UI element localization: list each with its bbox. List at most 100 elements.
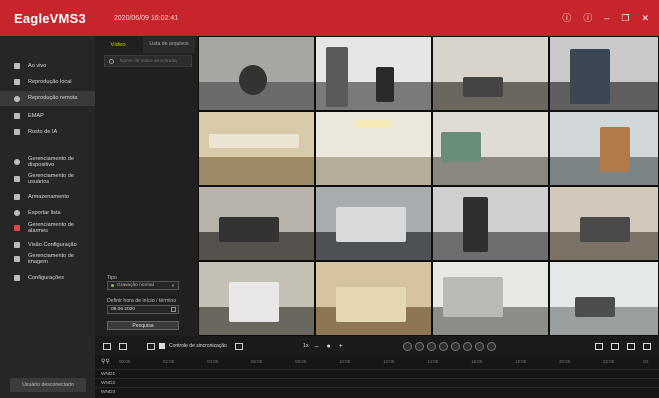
user-icon — [14, 176, 20, 182]
pause-icon[interactable] — [414, 341, 424, 351]
camera-tile[interactable] — [549, 111, 659, 186]
sidebar-item-emap[interactable]: EMAP — [0, 110, 95, 122]
map-icon — [14, 113, 20, 119]
sidebar-item-user-management[interactable]: Gerenciamento de usuários — [0, 172, 95, 186]
sidebar-item-export-list[interactable]: Exportar lista — [0, 207, 95, 219]
timeline-row[interactable]: WND1 — [95, 369, 659, 378]
status-dot-icon — [111, 284, 114, 287]
sidebar-item-label: Rosto de IA — [28, 128, 58, 135]
sidebar-item-label: Gerenciamento de alarmes — [28, 221, 75, 235]
timeline-tick: 10:00 — [339, 359, 351, 364]
timeline-row-label: WND1 — [101, 371, 116, 377]
info-icon[interactable]: ⓘ — [562, 13, 571, 23]
fullscreen-icon[interactable] — [643, 342, 651, 350]
tab-file-list[interactable]: Lista de arquivos — [143, 37, 195, 53]
image-icon — [14, 256, 20, 262]
camera-tile[interactable] — [198, 261, 315, 336]
camera-tile[interactable] — [198, 186, 315, 261]
close-icon[interactable]: ✕ — [641, 13, 649, 23]
search-button[interactable]: Pesquisa — [107, 321, 179, 330]
camera-tile[interactable] — [432, 186, 549, 261]
sidebar-item-device-management[interactable]: Gerenciamento de dispositivo — [0, 155, 95, 169]
snapshot-icon[interactable] — [595, 342, 603, 350]
camera-tile[interactable] — [432, 36, 549, 111]
split-icon[interactable] — [119, 342, 127, 350]
camera-tile[interactable] — [432, 261, 549, 336]
sidebar-item-label: Reprodução local — [28, 78, 72, 85]
stop-icon[interactable] — [426, 341, 436, 351]
tab-video[interactable]: Vídeo — [95, 38, 141, 52]
slower-icon[interactable]: – — [315, 343, 319, 350]
sidebar-item-view-config[interactable]: Visão Configuração — [0, 239, 95, 251]
search-input[interactable] — [120, 58, 190, 64]
timeline-row-label: WND3 — [101, 389, 116, 395]
sidebar-item-alarm-management[interactable]: Gerenciamento de alarmes — [0, 221, 95, 235]
user-status-button[interactable]: Usuário desconectado — [10, 378, 86, 392]
sidebar-item-remote-playback[interactable]: Reprodução remota — [0, 91, 95, 106]
sync-checkbox[interactable] — [159, 343, 165, 349]
sidebar-item-settings[interactable]: Configurações — [0, 272, 95, 284]
camera-tile[interactable] — [315, 261, 432, 336]
monitor-icon — [14, 63, 20, 69]
speed-value: 1x — [302, 343, 309, 349]
volume-icon[interactable] — [486, 341, 496, 351]
minimize-icon[interactable]: – — [604, 13, 609, 23]
timeline-row[interactable]: WND3 — [95, 387, 659, 396]
bookmark-icon[interactable] — [234, 342, 243, 350]
layout-icon[interactable] — [147, 342, 155, 350]
sidebar-item-storage[interactable]: Armazenamento — [0, 191, 95, 203]
view-config-icon — [14, 242, 20, 248]
camera-tile[interactable] — [549, 186, 659, 261]
time-range-label: Definir hora de início / término — [107, 298, 177, 304]
camera-tile[interactable] — [315, 111, 432, 186]
camera-tile[interactable] — [315, 36, 432, 111]
timeline-tick: 18:00 — [515, 359, 527, 364]
sidebar-item-image-management[interactable]: Gerenciamento de imagem — [0, 252, 95, 266]
rewind-icon[interactable] — [462, 341, 472, 351]
camera-tile[interactable] — [198, 36, 315, 111]
timeline-tick: 02:00 — [163, 359, 175, 364]
camera-icon[interactable] — [611, 342, 619, 350]
sidebar-item-local-playback[interactable]: Reprodução local — [0, 76, 95, 88]
sidebar-item-label: Reprodução remota — [28, 95, 78, 102]
window-controls: ⓘ ⓘ – ❐ ✕ — [562, 13, 649, 23]
camera-tile[interactable] — [315, 186, 432, 261]
alarm-icon — [14, 225, 20, 231]
step-back-icon[interactable] — [438, 341, 448, 351]
settings-icon — [14, 275, 20, 281]
help-icon[interactable]: ⓘ — [583, 13, 592, 23]
timeline-tick: 04:00 — [207, 359, 219, 364]
storage-icon — [14, 194, 20, 200]
date-value: 09.06.2020 — [111, 307, 136, 312]
sidebar-item-live[interactable]: Ao vivo — [0, 60, 95, 72]
chevron-down-icon: ▼ — [171, 283, 175, 288]
sidebar-item-label: Configurações — [28, 274, 65, 281]
timeline-tick: 00:00 — [119, 359, 131, 364]
app-logo: EagleVMS3 — [14, 10, 86, 26]
faster-icon[interactable]: + — [339, 343, 343, 350]
speed-reset-icon[interactable]: ● — [327, 343, 331, 350]
current-datetime: 2020/06/09 16:02:41 — [113, 14, 179, 22]
search-icon — [109, 58, 114, 64]
sidebar-item-label: Gerenciamento de dispositivo — [28, 155, 75, 169]
face-icon — [14, 129, 20, 135]
camera-tile[interactable] — [549, 261, 659, 336]
restore-icon[interactable]: ❐ — [621, 13, 629, 23]
camera-tile[interactable] — [432, 111, 549, 186]
forward-icon[interactable] — [474, 341, 484, 351]
zoom-icon[interactable]: ⚲⚲ — [101, 358, 110, 365]
screenshot-icon[interactable] — [103, 342, 111, 350]
record-icon[interactable] — [627, 342, 635, 350]
calendar-icon[interactable] — [171, 307, 176, 312]
sync-label: Controle de sincronização — [169, 343, 227, 349]
timeline-row-label: WND2 — [101, 380, 116, 386]
type-select[interactable]: Gravação normal ▼ — [107, 281, 179, 290]
step-forward-icon[interactable] — [450, 341, 460, 351]
play-icon[interactable] — [402, 341, 412, 351]
camera-tile[interactable] — [549, 36, 659, 111]
date-field[interactable]: 09.06.2020 — [107, 305, 179, 314]
sidebar-item-ai-face[interactable]: Rosto de IA — [0, 126, 95, 138]
title-bar: EagleVMS3 2020/06/09 16:02:41 ⓘ ⓘ – ❐ ✕ — [0, 0, 659, 36]
camera-tile[interactable] — [198, 111, 315, 186]
timeline-row[interactable]: WND2 — [95, 378, 659, 387]
